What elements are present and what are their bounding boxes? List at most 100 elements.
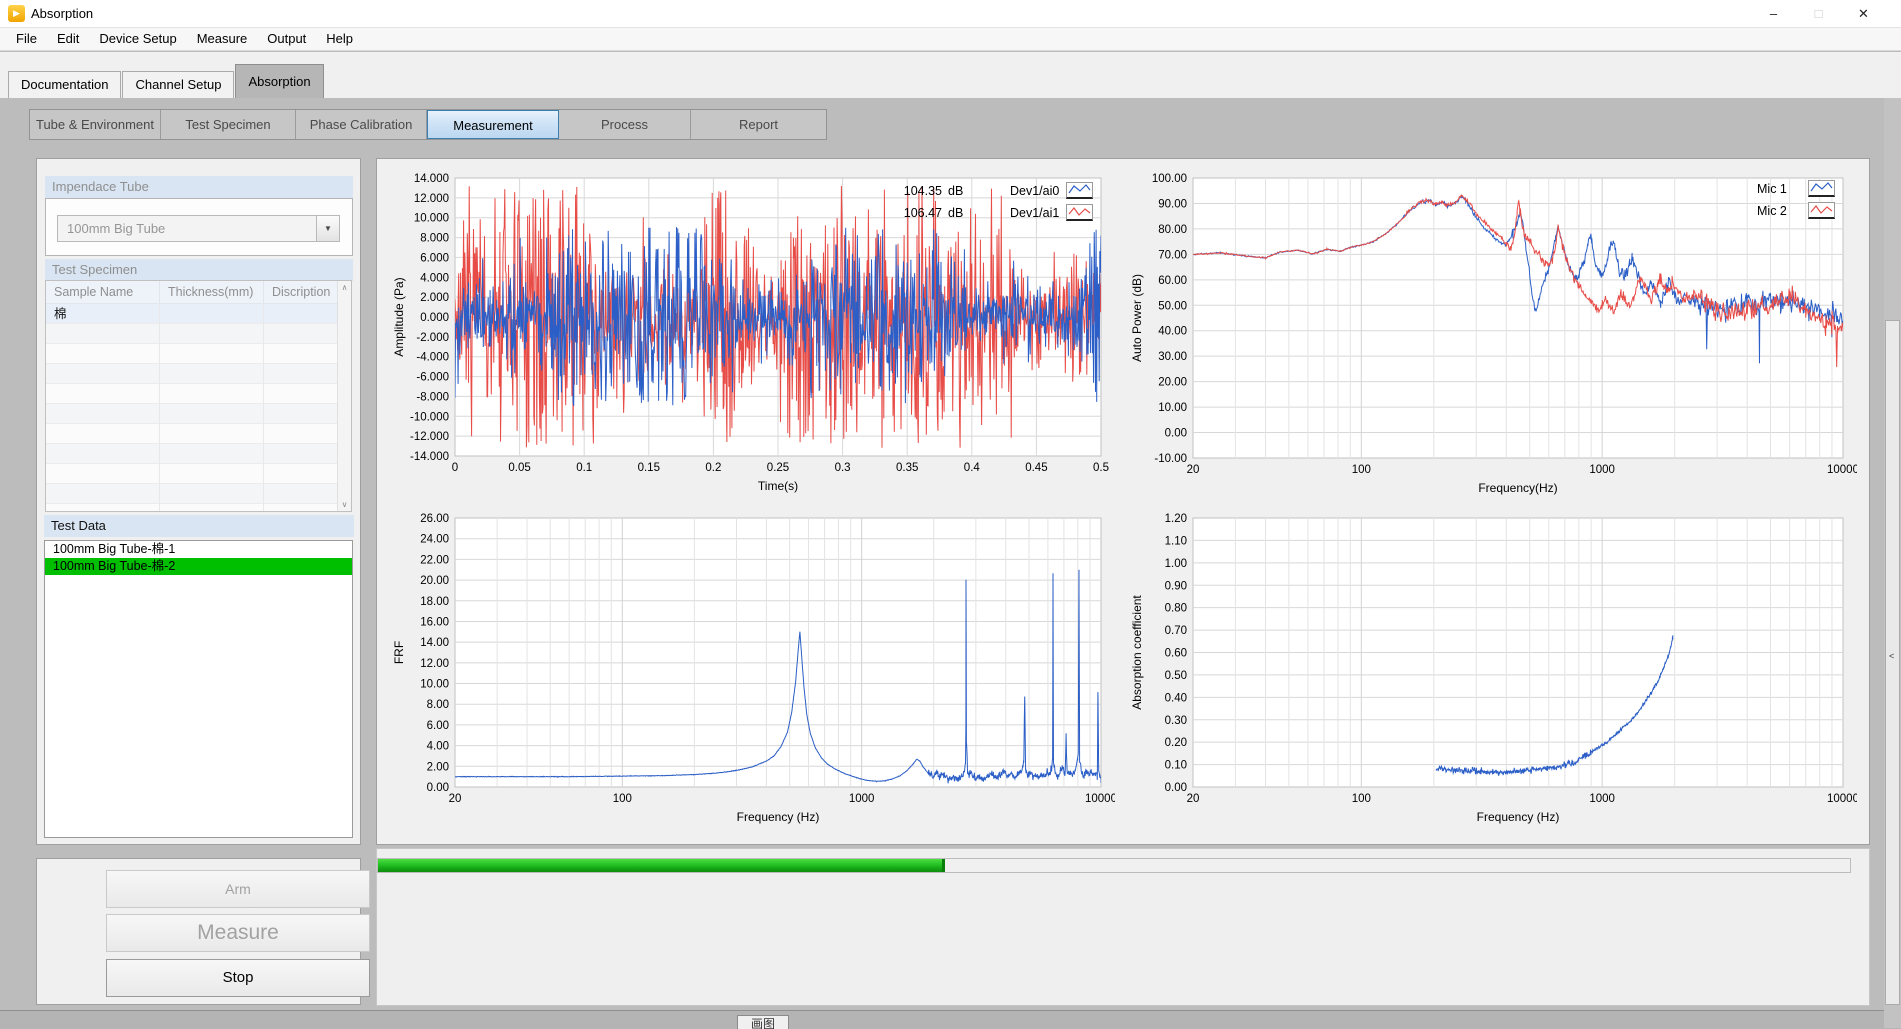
main-tab-bar: DocumentationChannel SetupAbsorption <box>0 52 1901 98</box>
tab-channel-setup[interactable]: Channel Setup <box>122 71 234 98</box>
table-row[interactable] <box>46 424 351 444</box>
svg-text:0.25: 0.25 <box>767 462 789 474</box>
svg-text:-12.000: -12.000 <box>410 431 449 443</box>
menu-device-setup[interactable]: Device Setup <box>89 28 186 50</box>
svg-text:1.00: 1.00 <box>1165 558 1187 570</box>
ai0-legend-icon[interactable] <box>1066 182 1093 199</box>
table-row[interactable] <box>46 384 351 404</box>
svg-text:0.80: 0.80 <box>1165 603 1187 615</box>
svg-text:0.2: 0.2 <box>705 462 721 474</box>
svg-text:2.00: 2.00 <box>427 761 449 773</box>
maximize-button[interactable]: □ <box>1796 0 1841 27</box>
svg-text:0.10: 0.10 <box>1165 760 1187 772</box>
svg-text:Auto Power (dB): Auto Power (dB) <box>1130 274 1144 362</box>
test-data-item[interactable]: 100mm Big Tube-棉-1 <box>45 541 352 558</box>
table-cell <box>264 384 338 404</box>
arm-button[interactable]: Arm <box>106 870 370 908</box>
test-data-list[interactable]: 100mm Big Tube-棉-1100mm Big Tube-棉-2 <box>44 540 353 838</box>
scroll-down-icon[interactable]: ∨ <box>338 500 351 509</box>
svg-text:18.00: 18.00 <box>420 596 449 608</box>
svg-text:-10.00: -10.00 <box>1154 453 1187 465</box>
svg-text:-6.000: -6.000 <box>416 372 449 384</box>
column-header-discription[interactable]: Discription <box>264 281 338 303</box>
table-row[interactable] <box>46 464 351 484</box>
svg-text:10.00: 10.00 <box>1158 402 1187 414</box>
table-row[interactable] <box>46 364 351 384</box>
svg-text:20: 20 <box>1187 464 1200 476</box>
menu-bar: FileEditDevice SetupMeasureOutputHelp <box>0 28 1901 51</box>
menu-file[interactable]: File <box>6 28 47 50</box>
svg-text:-2.000: -2.000 <box>416 332 449 344</box>
menu-measure[interactable]: Measure <box>187 28 258 50</box>
table-cell <box>160 464 264 484</box>
minimize-button[interactable]: – <box>1751 0 1796 27</box>
subtab-phase-calibration[interactable]: Phase Calibration <box>296 110 427 139</box>
table-row[interactable] <box>46 404 351 424</box>
vertical-scrollbar-thumb[interactable]: < <box>1885 320 1900 1005</box>
table-cell <box>160 424 264 444</box>
table-cell <box>46 424 160 444</box>
column-header-sample-name[interactable]: Sample Name <box>46 281 160 303</box>
table-row[interactable] <box>46 484 351 504</box>
level-readout-ai0: 104.35 <box>880 184 942 198</box>
mic2-legend-icon[interactable] <box>1808 202 1835 219</box>
menu-help[interactable]: Help <box>316 28 363 50</box>
svg-text:FRF: FRF <box>392 641 406 664</box>
progress-bar-fill <box>378 859 945 872</box>
chevron-down-icon[interactable]: ▼ <box>316 216 339 241</box>
table-cell <box>160 444 264 464</box>
svg-text:0.00: 0.00 <box>1165 428 1187 440</box>
channel-label-ai1: Dev1/ai1 <box>1010 206 1059 220</box>
menu-edit[interactable]: Edit <box>47 28 89 50</box>
specimen-table-scrollbar[interactable]: ∧ ∨ <box>337 281 351 511</box>
svg-text:22.00: 22.00 <box>420 554 449 566</box>
column-header-thickness-mm[interactable]: Thickness(mm) <box>160 281 264 303</box>
svg-text:-14.000: -14.000 <box>410 451 449 463</box>
table-row[interactable] <box>46 504 351 512</box>
test-specimen-table[interactable]: Sample NameThickness(mm)Discription 棉 ∧ … <box>45 280 352 512</box>
table-row[interactable] <box>46 324 351 344</box>
svg-text:20: 20 <box>1187 793 1200 805</box>
mic1-legend-icon[interactable] <box>1808 180 1835 197</box>
svg-text:10.00: 10.00 <box>420 679 449 691</box>
bottom-tab-draw[interactable]: 画图 <box>737 1015 789 1029</box>
table-row[interactable] <box>46 344 351 364</box>
svg-text:20.00: 20.00 <box>420 575 449 587</box>
svg-text:1000: 1000 <box>1589 793 1615 805</box>
svg-text:Amplitude (Pa): Amplitude (Pa) <box>392 277 406 356</box>
menu-output[interactable]: Output <box>257 28 316 50</box>
table-cell <box>160 304 264 324</box>
subtab-test-specimen[interactable]: Test Specimen <box>161 110 296 139</box>
table-cell <box>46 324 160 344</box>
svg-text:0.20: 0.20 <box>1165 737 1187 749</box>
test-specimen-header: Test Specimen <box>45 259 353 281</box>
tab-absorption[interactable]: Absorption <box>235 64 323 98</box>
vertical-scrollbar[interactable]: < <box>1884 98 1901 1028</box>
table-row[interactable] <box>46 444 351 464</box>
subtab-measurement[interactable]: Measurement <box>427 110 559 139</box>
subtab-process[interactable]: Process <box>559 110 691 139</box>
svg-text:100: 100 <box>1352 793 1371 805</box>
subtab-tube-environment[interactable]: Tube & Environment <box>30 110 161 139</box>
close-button[interactable]: ✕ <box>1841 0 1886 27</box>
frf-chart: 26.0024.0022.0020.0018.0016.0014.0012.00… <box>377 502 1115 835</box>
test-data-item[interactable]: 100mm Big Tube-棉-2 <box>45 558 352 575</box>
level-readout-ai1-unit: dB <box>948 206 963 220</box>
ai1-legend-icon[interactable] <box>1066 204 1093 221</box>
tab-documentation[interactable]: Documentation <box>8 71 121 98</box>
table-row[interactable]: 棉 <box>46 304 351 324</box>
scroll-up-icon[interactable]: ∧ <box>338 283 351 292</box>
svg-text:0.05: 0.05 <box>508 462 530 474</box>
svg-text:0.5: 0.5 <box>1093 462 1109 474</box>
impedance-tube-select[interactable]: 100mm Big Tube ▼ <box>57 215 340 242</box>
svg-text:1.10: 1.10 <box>1165 535 1187 547</box>
level-readout-ai0-unit: dB <box>948 184 963 198</box>
table-cell <box>46 344 160 364</box>
svg-text:0.000: 0.000 <box>420 312 449 324</box>
subtab-report[interactable]: Report <box>691 110 826 139</box>
stop-button[interactable]: Stop <box>106 959 370 997</box>
measure-button[interactable]: Measure <box>106 914 370 952</box>
test-specimen-table-header: Sample NameThickness(mm)Discription <box>46 281 351 304</box>
impedance-tube-value: 100mm Big Tube <box>67 216 165 241</box>
collapse-left-icon[interactable]: < <box>1889 651 1894 661</box>
